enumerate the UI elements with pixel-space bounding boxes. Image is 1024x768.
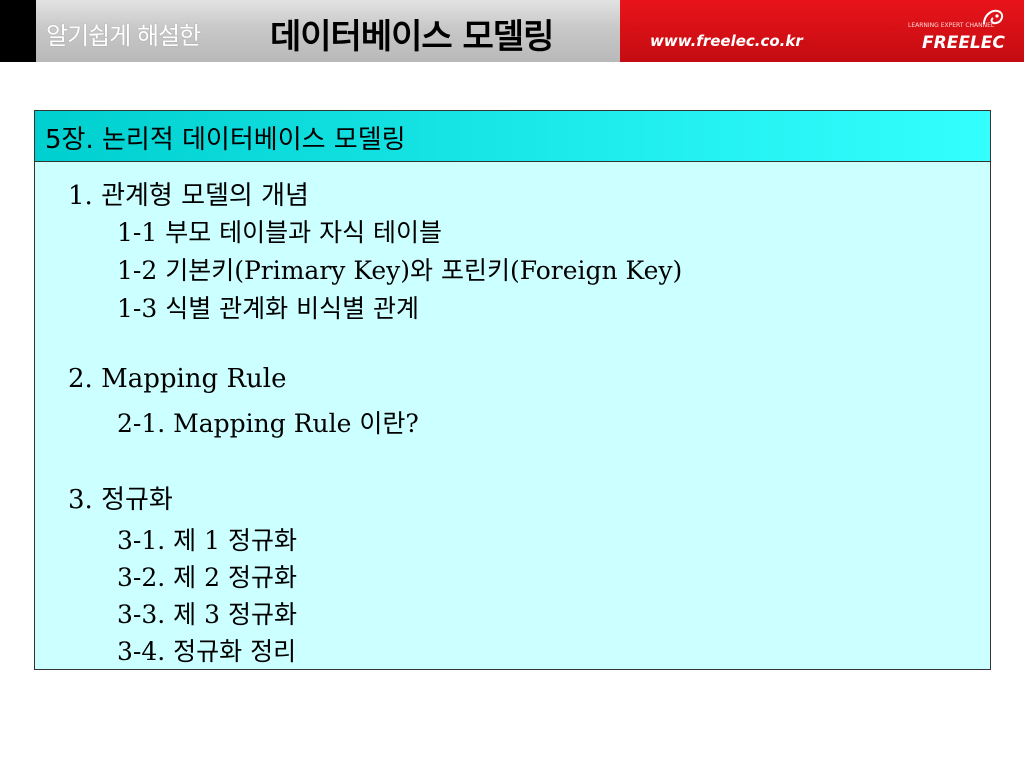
slide-title: 5장. 논리적 데이터베이스 모델링: [45, 125, 406, 155]
section-item: 1-2 기본키(Primary Key)와 포린키(Foreign Key): [117, 256, 683, 285]
section-item: 3-4. 정규화 정리: [117, 637, 297, 666]
section-heading: 2. Mapping Rule: [68, 364, 287, 394]
freelec-logo-icon: [983, 9, 1004, 25]
content-box: 5장. 논리적 데이터베이스 모델링 1. 관계형 모델의 개념 1-1 부모 …: [34, 110, 991, 670]
section-item: 1-3 식별 관계화 비식별 관계: [117, 294, 420, 323]
website-url[interactable]: www.freelec.co.kr: [650, 32, 803, 50]
header-title: 데이터베이스 모델링: [270, 17, 554, 57]
section-item: 1-1 부모 테이블과 자식 테이블: [117, 218, 443, 247]
section-item: 3-2. 제 2 정규화: [117, 563, 297, 592]
section-item: 2-1. Mapping Rule 이란?: [117, 409, 419, 438]
section-heading: 3. 정규화: [68, 485, 173, 515]
header-black-block: [0, 0, 36, 62]
header-subtitle: 알기쉽게 해설한: [46, 22, 201, 50]
header-banner: 알기쉽게 해설한 데이터베이스 모델링 www.freelec.co.kr LE…: [0, 0, 1024, 62]
slide-title-bar: 5장. 논리적 데이터베이스 모델링: [35, 111, 990, 162]
section-item: 3-3. 제 3 정규화: [117, 600, 297, 629]
freelec-logo: FREELEC: [922, 33, 1005, 53]
section-item: 3-1. 제 1 정규화: [117, 526, 297, 555]
section-heading: 1. 관계형 모델의 개념: [68, 181, 309, 211]
